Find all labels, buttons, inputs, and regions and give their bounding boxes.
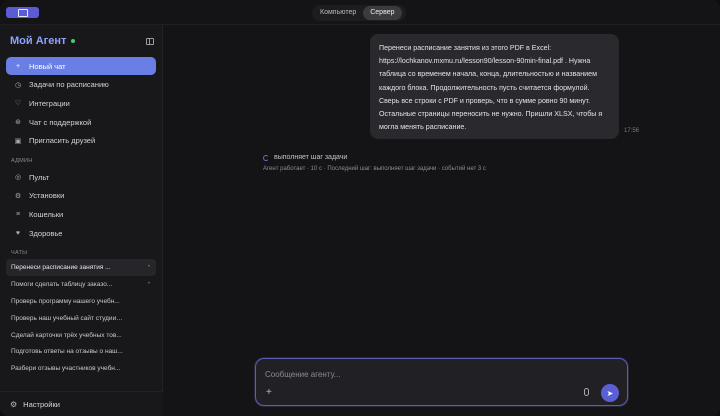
sidebar-item-settings-admin[interactable]: ⚙ Установки (6, 187, 156, 205)
sidebar-item-label: Пульт (29, 172, 50, 182)
admin-section-label: АДМИН (11, 158, 33, 164)
chat-title: Перенеси расписание занятия ... (11, 263, 111, 271)
sidebar-item-health[interactable]: ♥ Здоровье (6, 224, 156, 242)
chat-list: Перенеси расписание занятия ... • Помоги… (6, 259, 156, 377)
sidebar-item-label: Здоровье (29, 228, 63, 238)
plug-icon: ♡ (14, 100, 22, 108)
sidebar: Мой Агент + Новый чат ◷ Задачи по распис… (0, 25, 163, 416)
agent-status-title: выполняет шаг задачи (274, 154, 348, 161)
wallet-icon: ≡ (15, 210, 21, 218)
spinner-icon (263, 154, 269, 161)
mode-switch: Компьютер Сервер (312, 5, 406, 21)
brand: Мой Агент (10, 35, 76, 47)
chat-title: Сделай карточки трёх учебных тов... (11, 331, 122, 339)
gear-icon: ⚙ (10, 399, 18, 409)
send-button[interactable]: ➤ (601, 384, 619, 402)
sidebar-item-integrations[interactable]: ♡ Интеграции (6, 94, 156, 112)
settings-button[interactable]: ⚙ Настройки (0, 391, 163, 416)
chat-title: Проверь наш учебный сайт студии ... (11, 314, 123, 322)
plus-icon: + (15, 62, 21, 70)
sidebar-toggle-icon[interactable] (146, 38, 154, 45)
chat-menu-icon[interactable]: • (148, 281, 150, 287)
new-chat-button[interactable]: + Новый чат (6, 57, 156, 75)
settings-label: Настройки (23, 399, 60, 409)
tab-server[interactable]: Сервер (363, 6, 402, 20)
online-status-dot (71, 39, 76, 43)
user-message: Перенеси расписание занятия из этого PDF… (370, 34, 619, 139)
sidebar-item-label: Установки (29, 191, 65, 201)
dashboard-icon: ◎ (14, 174, 22, 181)
sidebar-item-invite-friends[interactable]: ▣ Пригласить друзей (6, 132, 156, 150)
sidebar-item-label: Кошельки (29, 209, 64, 219)
admin-nav: ◎ Пульт ⚙ Установки ≡ Кошельки ♥ Здоровь… (6, 168, 156, 243)
monitor-icon[interactable] (6, 7, 39, 18)
sidebar-item-support-chat[interactable]: ⊛ Чат с поддержкой (6, 113, 156, 131)
message-timestamp: 17:56 (624, 128, 640, 134)
chat-menu-icon[interactable]: • (148, 264, 150, 270)
chat-list-item[interactable]: Проверь программу нашего учебн... (6, 293, 156, 310)
chats-section-label: ЧАТЫ (11, 250, 28, 256)
chat-main: Перенеси расписание занятия из этого PDF… (163, 25, 720, 416)
sidebar-item-label: Пригласить друзей (29, 136, 96, 146)
chat-title: Проверь программу нашего учебн... (11, 297, 120, 305)
tab-computer[interactable]: Компьютер (313, 6, 363, 20)
send-arrow-icon: ➤ (606, 388, 614, 398)
sidebar-item-label: Интеграции (29, 98, 70, 108)
clock-icon: ◷ (14, 81, 22, 89)
chat-title: Разбери отзывы участников учебн... (11, 365, 121, 373)
app-window: Компьютер Сервер Мой Агент + Новый чат ◷… (0, 0, 720, 416)
message-composer: + ➤ (255, 358, 628, 406)
chat-title: Подготовь ответы на отзывы о наш... (11, 348, 123, 356)
brand-title: Мой Агент (10, 35, 67, 47)
chat-list-item[interactable]: Перенеси расписание занятия ... • (6, 259, 156, 276)
health-icon: ♥ (15, 229, 21, 237)
agent-status: выполняет шаг задачи (263, 154, 347, 161)
main-nav: + Новый чат ◷ Задачи по расписанию ♡ Инт… (6, 57, 156, 150)
top-bar: Компьютер Сервер (0, 0, 720, 25)
headset-icon: ⊛ (15, 119, 21, 127)
chat-title: Помоги сделать таблицу заказо... (11, 280, 113, 288)
agent-status-meta: Агент работает · 10 с · Последний шаг: в… (263, 166, 486, 172)
microphone-icon[interactable] (584, 388, 589, 396)
sidebar-item-dashboard[interactable]: ◎ Пульт (6, 168, 156, 186)
message-input[interactable] (265, 367, 605, 381)
sidebar-item-label: Задачи по расписанию (29, 80, 109, 90)
sidebar-item-label: Чат с поддержкой (29, 117, 92, 127)
chat-list-item[interactable]: Разбери отзывы участников учебн... (6, 360, 156, 377)
chat-list-item[interactable]: Помоги сделать таблицу заказо... • (6, 276, 156, 293)
gift-icon: ▣ (14, 137, 22, 145)
chat-list-item[interactable]: Проверь наш учебный сайт студии ... (6, 310, 156, 327)
chat-list-item[interactable]: Подготовь ответы на отзывы о наш... (6, 343, 156, 360)
chat-list-item[interactable]: Сделай карточки трёх учебных тов... (6, 327, 156, 344)
sidebar-item-wallets[interactable]: ≡ Кошельки (6, 205, 156, 223)
settings-icon: ⚙ (14, 192, 22, 200)
sidebar-item-scheduled-tasks[interactable]: ◷ Задачи по расписанию (6, 76, 156, 94)
new-chat-label: Новый чат (29, 61, 66, 71)
attach-plus-icon[interactable]: + (266, 388, 272, 398)
